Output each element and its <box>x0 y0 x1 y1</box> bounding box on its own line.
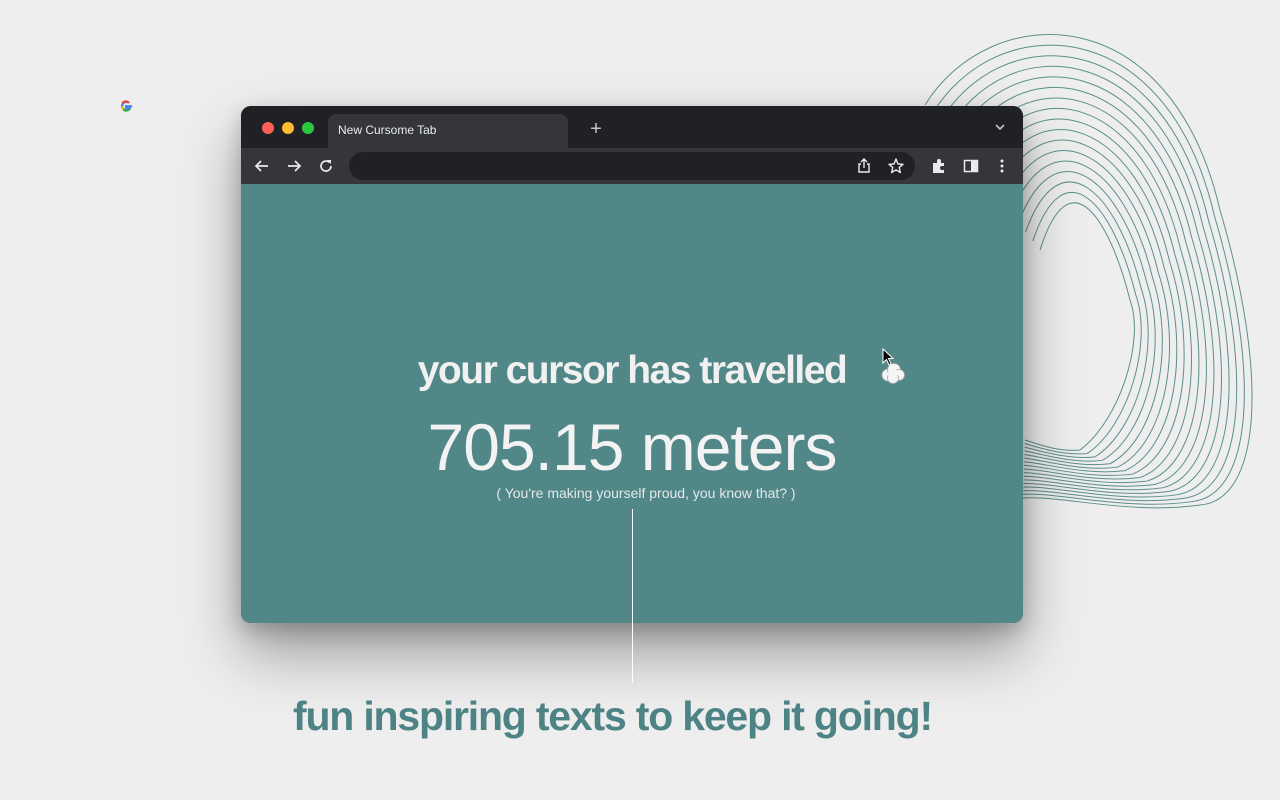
forward-arrow-icon[interactable] <box>285 157 303 175</box>
contour-line <box>1024 191 1142 455</box>
mouse-cursor-icon <box>882 348 894 366</box>
reload-icon[interactable] <box>317 157 335 175</box>
distance-value: 705.15 meters <box>427 410 838 484</box>
share-icon[interactable] <box>855 157 873 175</box>
contour-line <box>1017 171 1156 462</box>
tab-title: New Cursome Tab <box>338 123 437 137</box>
tab-new-cursome[interactable]: New Cursome Tab <box>328 114 568 148</box>
more-vert-icon[interactable] <box>993 157 1011 175</box>
new-tab-button[interactable]: + <box>586 119 606 139</box>
maximize-window-button[interactable] <box>302 122 314 134</box>
encouragement-text: ( You're making yourself proud, you know… <box>496 485 796 501</box>
side-panel-icon[interactable] <box>962 157 980 175</box>
contour-line <box>1024 181 1149 458</box>
contour-line <box>1024 202 1135 451</box>
google-favicon <box>120 100 132 112</box>
minimize-window-button[interactable] <box>282 122 294 134</box>
tab-strip: New Cursome Tab + <box>241 106 1023 148</box>
address-bar[interactable] <box>349 152 915 180</box>
callout-line <box>632 509 633 683</box>
caption: fun inspiring texts to keep it going! <box>293 693 933 739</box>
headline-text: your cursor has travelled <box>417 349 848 392</box>
back-arrow-icon[interactable] <box>253 157 271 175</box>
toolbar <box>241 148 1023 184</box>
close-window-button[interactable] <box>262 122 274 134</box>
star-icon[interactable] <box>887 157 905 175</box>
contour-line <box>996 139 1178 473</box>
extensions-icon[interactable] <box>930 157 948 175</box>
chevron-down-icon[interactable] <box>993 120 1007 134</box>
